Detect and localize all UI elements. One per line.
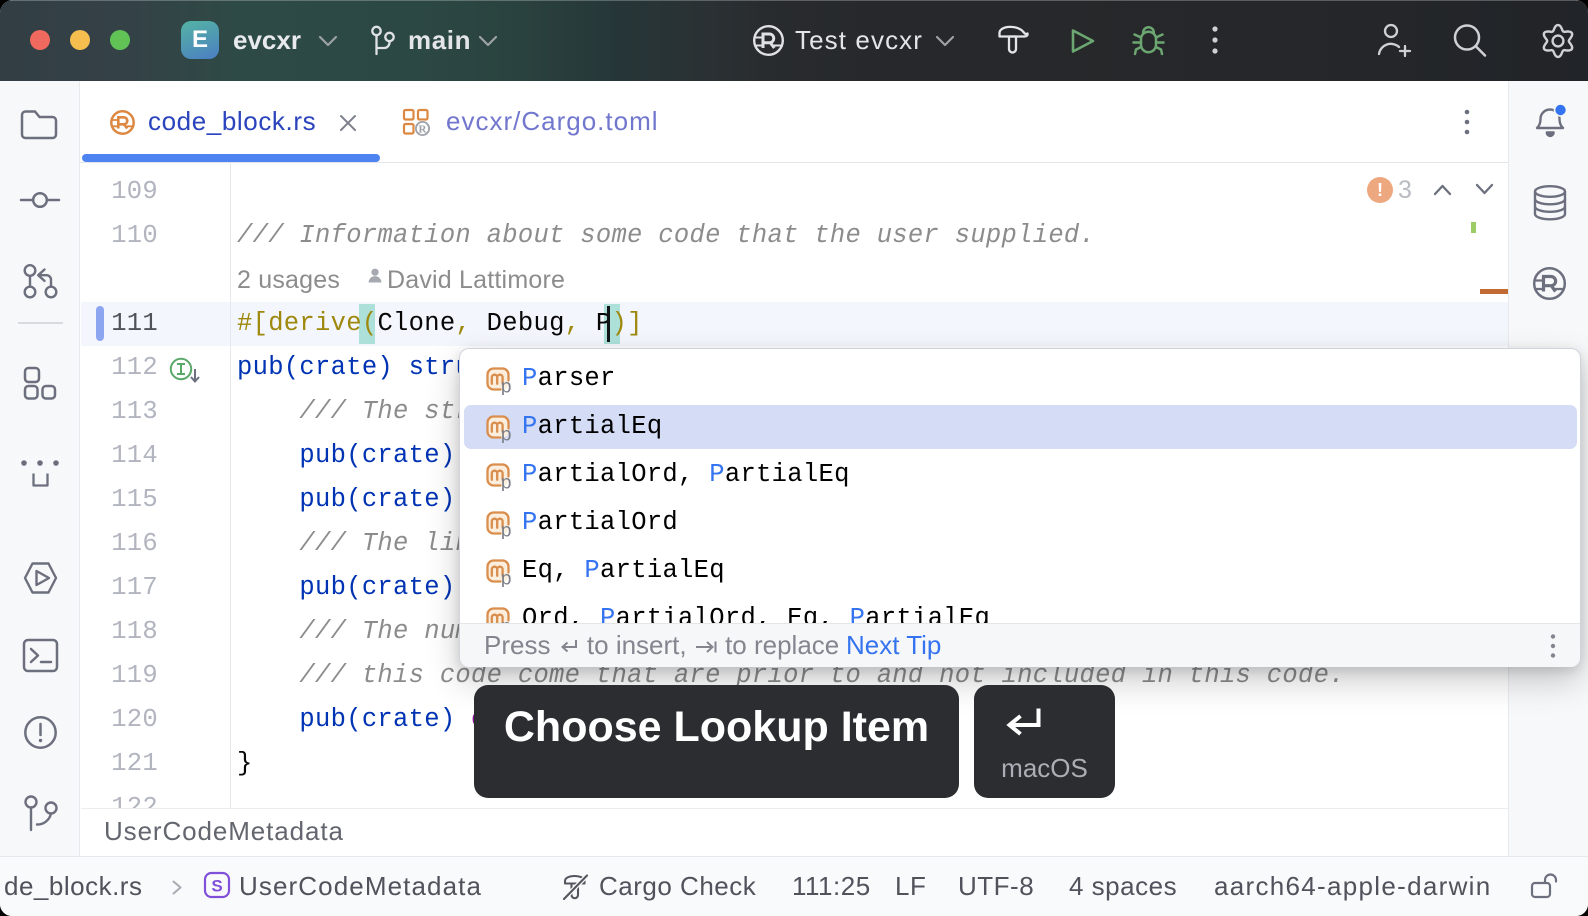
svg-text:R: R <box>419 123 428 135</box>
svg-text:S: S <box>211 877 222 896</box>
